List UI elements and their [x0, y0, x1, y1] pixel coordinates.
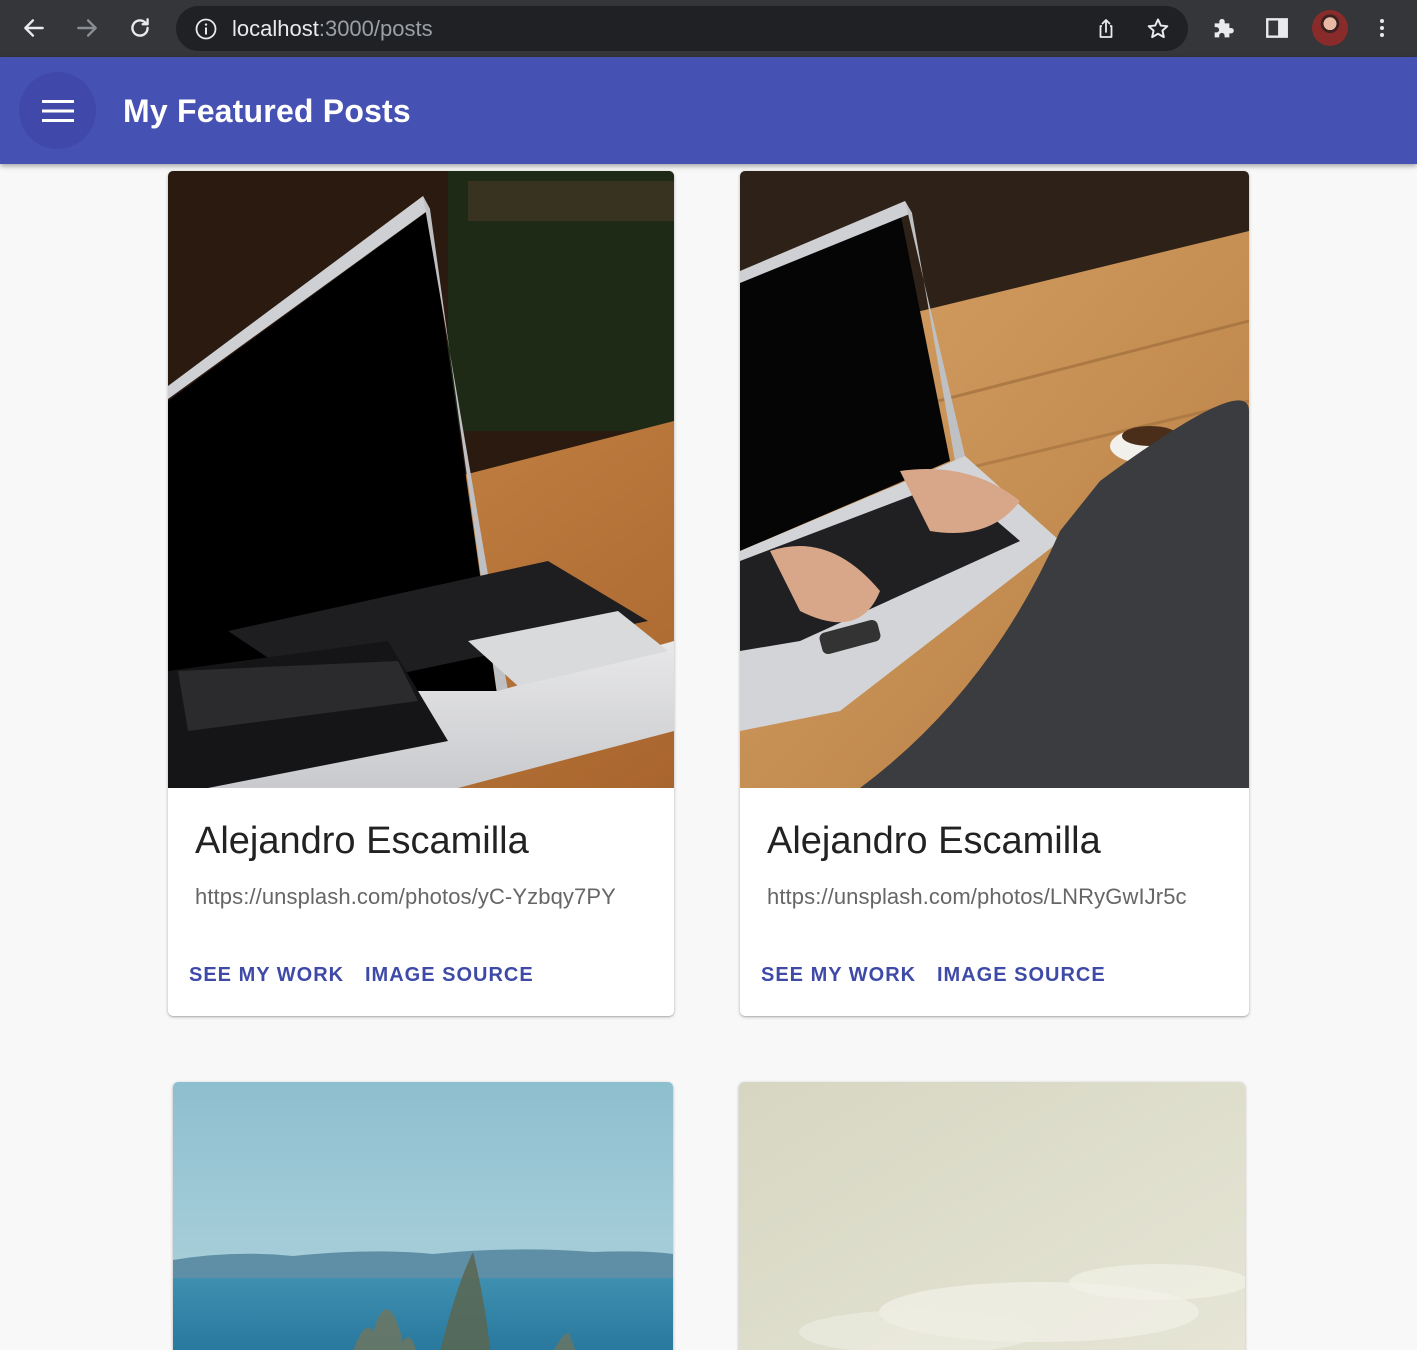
url-path: :3000/posts — [318, 16, 433, 41]
page-title: My Featured Posts — [123, 93, 411, 129]
address-url[interactable]: localhost:3000/posts — [232, 18, 433, 40]
forward-arrow-icon[interactable] — [70, 11, 104, 45]
post-author: Alejandro Escamilla — [767, 820, 1101, 862]
bookmark-star-icon[interactable] — [1143, 14, 1173, 44]
post-image — [173, 1082, 673, 1350]
post-card — [173, 1082, 673, 1350]
reload-icon[interactable] — [123, 11, 157, 45]
post-author: Alejandro Escamilla — [195, 820, 529, 862]
hamburger-menu-icon — [41, 99, 74, 122]
menu-button[interactable] — [19, 72, 96, 149]
image-source-button[interactable]: IMAGE SOURCE — [937, 963, 1106, 987]
post-card: Alejandro Escamilla https://unsplash.com… — [740, 171, 1249, 1016]
post-source-url: https://unsplash.com/photos/yC-Yzbqy7PY — [195, 884, 616, 909]
back-arrow-icon[interactable] — [17, 11, 51, 45]
browser-toolbar: localhost:3000/posts — [0, 0, 1417, 57]
image-source-button[interactable]: IMAGE SOURCE — [365, 963, 534, 987]
post-card: Alejandro Escamilla https://unsplash.com… — [168, 171, 674, 1016]
post-card — [739, 1082, 1245, 1350]
site-info-icon[interactable] — [194, 17, 218, 41]
more-vertical-icon[interactable] — [1365, 11, 1399, 45]
see-my-work-button[interactable]: SEE MY WORK — [761, 963, 916, 987]
profile-avatar[interactable] — [1312, 10, 1348, 46]
post-image — [739, 1082, 1245, 1350]
post-source-url: https://unsplash.com/photos/LNRyGwIJr5c — [767, 884, 1187, 909]
side-panel-icon[interactable] — [1260, 11, 1294, 45]
extensions-puzzle-icon[interactable] — [1207, 11, 1241, 45]
see-my-work-button[interactable]: SEE MY WORK — [189, 963, 344, 987]
share-icon[interactable] — [1091, 14, 1121, 44]
post-image — [740, 171, 1249, 788]
app-bar: My Featured Posts — [0, 57, 1417, 164]
address-bar[interactable]: localhost:3000/posts — [176, 6, 1188, 51]
post-image — [168, 171, 674, 788]
url-host: localhost — [232, 16, 319, 41]
